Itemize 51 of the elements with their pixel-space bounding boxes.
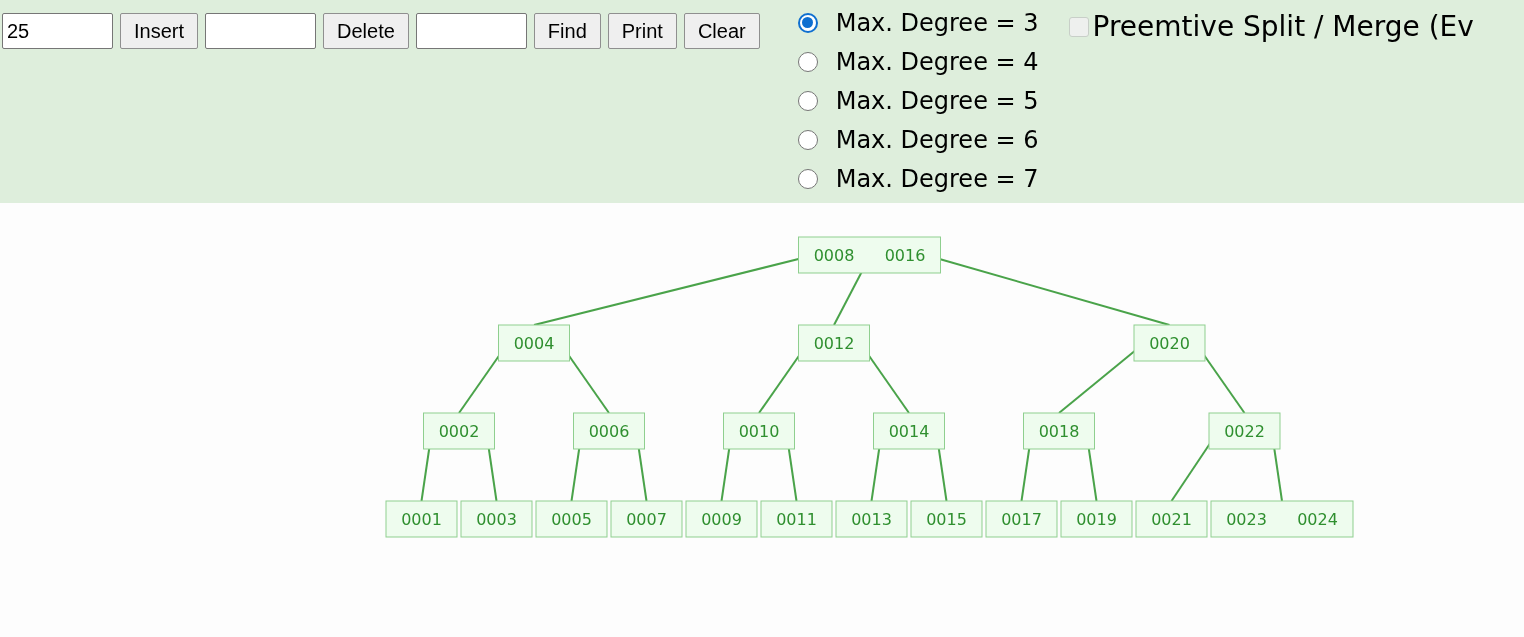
node-key: 0007: [626, 510, 667, 529]
action-button[interactable]: Find: [533, 13, 601, 49]
radio-button[interactable]: [797, 168, 818, 189]
node-key: 0008: [813, 246, 855, 265]
radio-button[interactable]: [797, 51, 818, 72]
node-key: 0004: [513, 334, 555, 353]
node-key: 0003: [476, 510, 517, 529]
radio-button[interactable]: [797, 90, 818, 111]
checkbox[interactable]: [1068, 16, 1089, 37]
node-key: 0015: [926, 510, 967, 529]
tree-node: [423, 412, 495, 450]
node-key: 0023: [1226, 510, 1267, 529]
node-key: 0006: [588, 422, 630, 441]
node-key: 0011: [776, 510, 817, 529]
radio-label: Max. Degree = 4: [835, 47, 1039, 76]
radio-label: Max. Degree = 7: [835, 164, 1039, 193]
tree-node: [873, 412, 945, 450]
node-key: 0012: [813, 334, 855, 353]
checkbox-label: Preemtive Split / Merge (Ev: [1092, 10, 1474, 43]
node-key: 0016: [884, 246, 926, 265]
tree-node: [1023, 412, 1095, 450]
node-key: 0024: [1297, 510, 1338, 529]
node-key: 0013: [851, 510, 892, 529]
action-button[interactable]: Print: [607, 13, 677, 49]
text-input[interactable]: 25: [2, 13, 113, 49]
node-key: 0005: [551, 510, 592, 529]
text-input[interactable]: [205, 13, 317, 49]
node-key: 0021: [1151, 510, 1192, 529]
node-key: 0017: [1001, 510, 1042, 529]
action-button[interactable]: Delete: [323, 13, 409, 49]
tree-node: [798, 324, 870, 362]
radio-button[interactable]: [797, 12, 818, 33]
node-key: 0018: [1038, 422, 1080, 441]
radio-button[interactable]: [797, 129, 818, 150]
action-button[interactable]: Insert: [120, 13, 199, 49]
tree-node: [573, 412, 645, 450]
tree-node: [723, 412, 795, 450]
node-key: 0020: [1149, 334, 1190, 353]
node-key: 0001: [401, 510, 442, 529]
tree-node: [498, 324, 570, 362]
node-key: 0002: [438, 422, 480, 441]
node-key: 0022: [1224, 422, 1265, 441]
action-button[interactable]: Clear: [683, 13, 760, 49]
node-key: 0010: [738, 422, 780, 441]
node-key: 0009: [701, 510, 742, 529]
text-input[interactable]: [415, 13, 527, 49]
radio-label: Max. Degree = 3: [835, 8, 1039, 37]
radio-label: Max. Degree = 5: [835, 86, 1039, 115]
radio-label: Max. Degree = 6: [835, 125, 1039, 154]
node-key: 0014: [888, 422, 930, 441]
node-key: 0019: [1076, 510, 1117, 529]
